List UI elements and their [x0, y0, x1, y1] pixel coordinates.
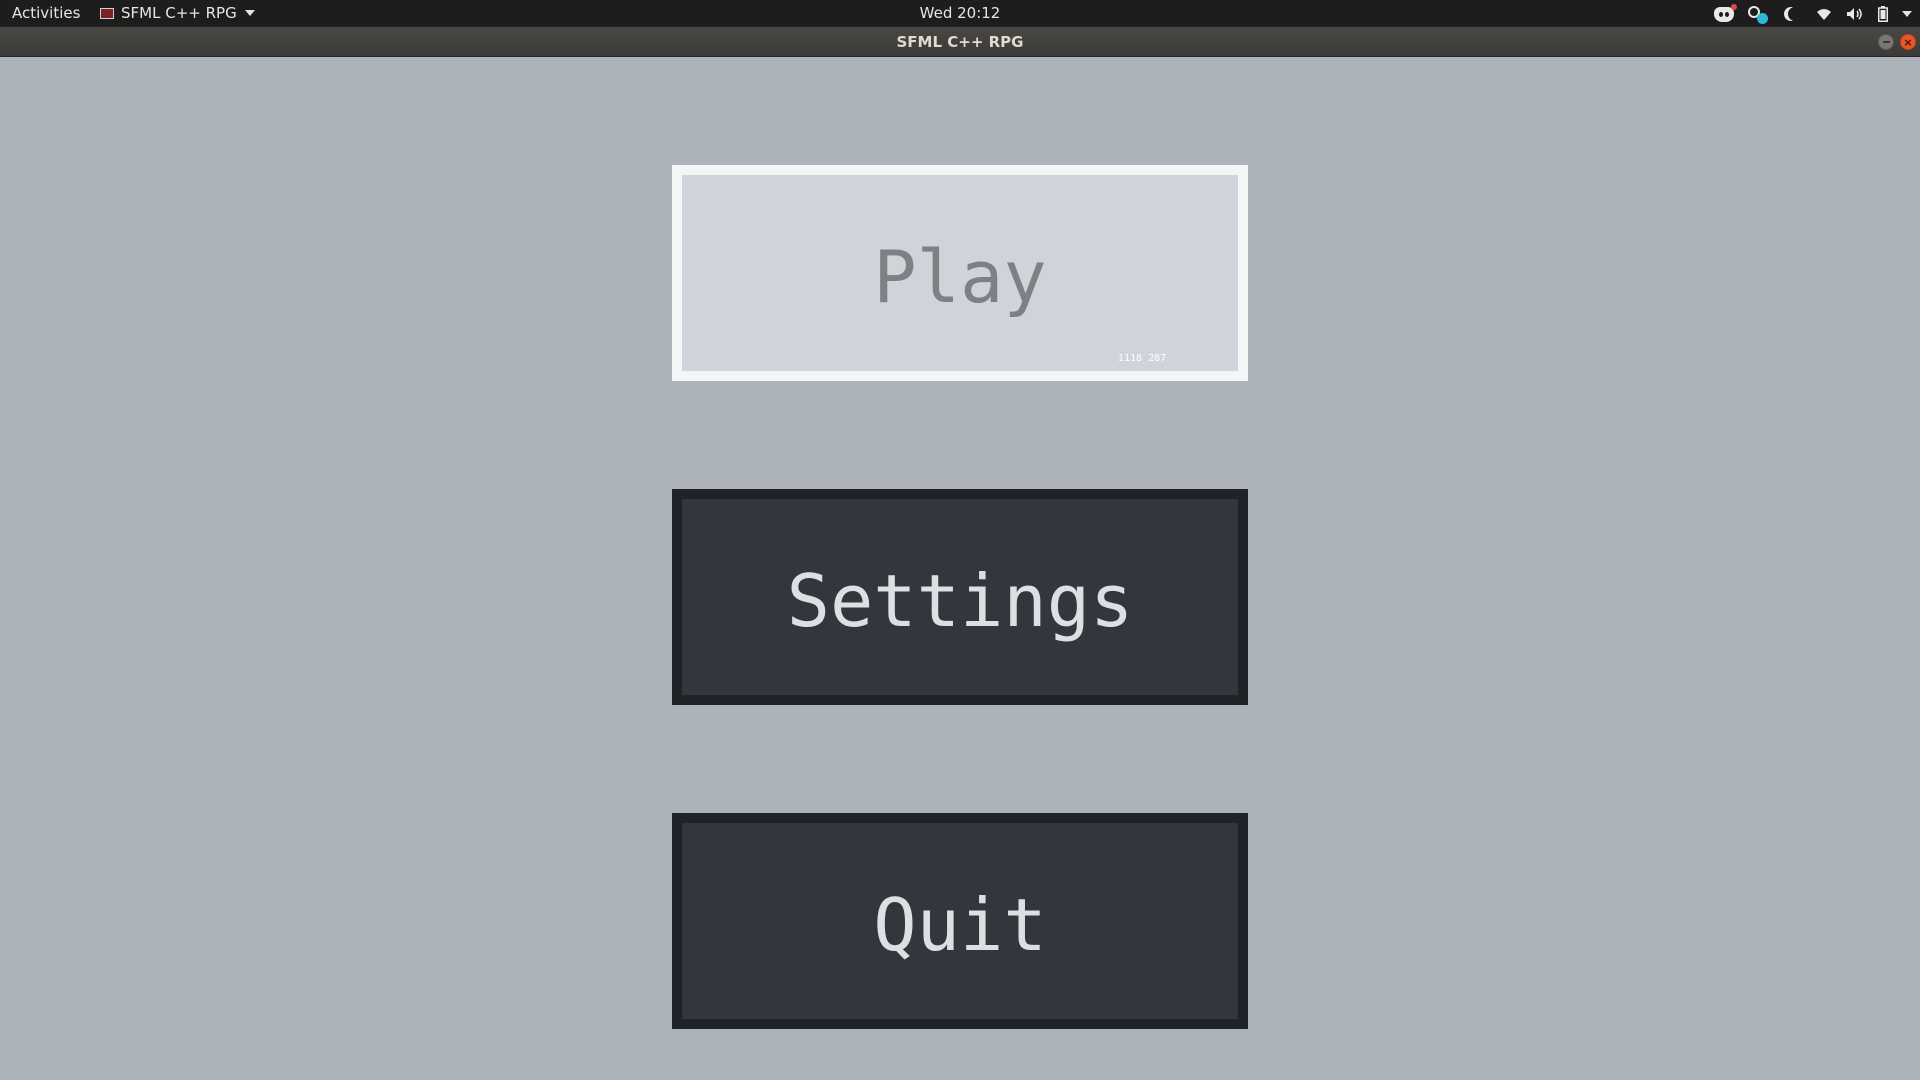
chevron-down-icon — [244, 10, 255, 16]
settings-button[interactable]: Settings — [672, 489, 1248, 705]
minimize-button[interactable] — [1878, 34, 1894, 50]
close-button[interactable]: × — [1900, 34, 1916, 50]
app-icon — [100, 7, 114, 19]
game-canvas[interactable]: Play Settings Quit 1118 287 — [0, 57, 1920, 1080]
system-tray — [1714, 2, 1912, 26]
play-button-label: Play — [873, 235, 1047, 319]
top-bar: Activities SFML C++ RPG Wed 20:12 — [0, 0, 1920, 27]
clock[interactable]: Wed 20:12 — [920, 4, 1001, 22]
discord-icon[interactable] — [1714, 3, 1737, 25]
app-menu-label: SFML C++ RPG — [121, 4, 237, 22]
mouse-coordinates: 1118 287 — [1118, 353, 1167, 364]
quit-button[interactable]: Quit — [672, 813, 1248, 1029]
window-titlebar[interactable]: SFML C++ RPG × — [0, 27, 1920, 57]
window-title: SFML C++ RPG — [896, 33, 1024, 51]
play-button[interactable]: Play — [672, 165, 1248, 381]
app-menu[interactable]: SFML C++ RPG — [100, 4, 255, 22]
system-menu-caret-icon[interactable] — [1902, 3, 1912, 25]
volume-icon[interactable] — [1846, 3, 1864, 25]
steam-icon[interactable] — [1748, 3, 1768, 25]
activities-button[interactable]: Activities — [12, 4, 80, 22]
battery-icon[interactable] — [1878, 3, 1888, 25]
settings-button-label: Settings — [786, 559, 1134, 643]
wifi-icon[interactable] — [1816, 3, 1832, 25]
quit-button-label: Quit — [873, 883, 1047, 967]
night-light-icon[interactable] — [1782, 3, 1802, 25]
